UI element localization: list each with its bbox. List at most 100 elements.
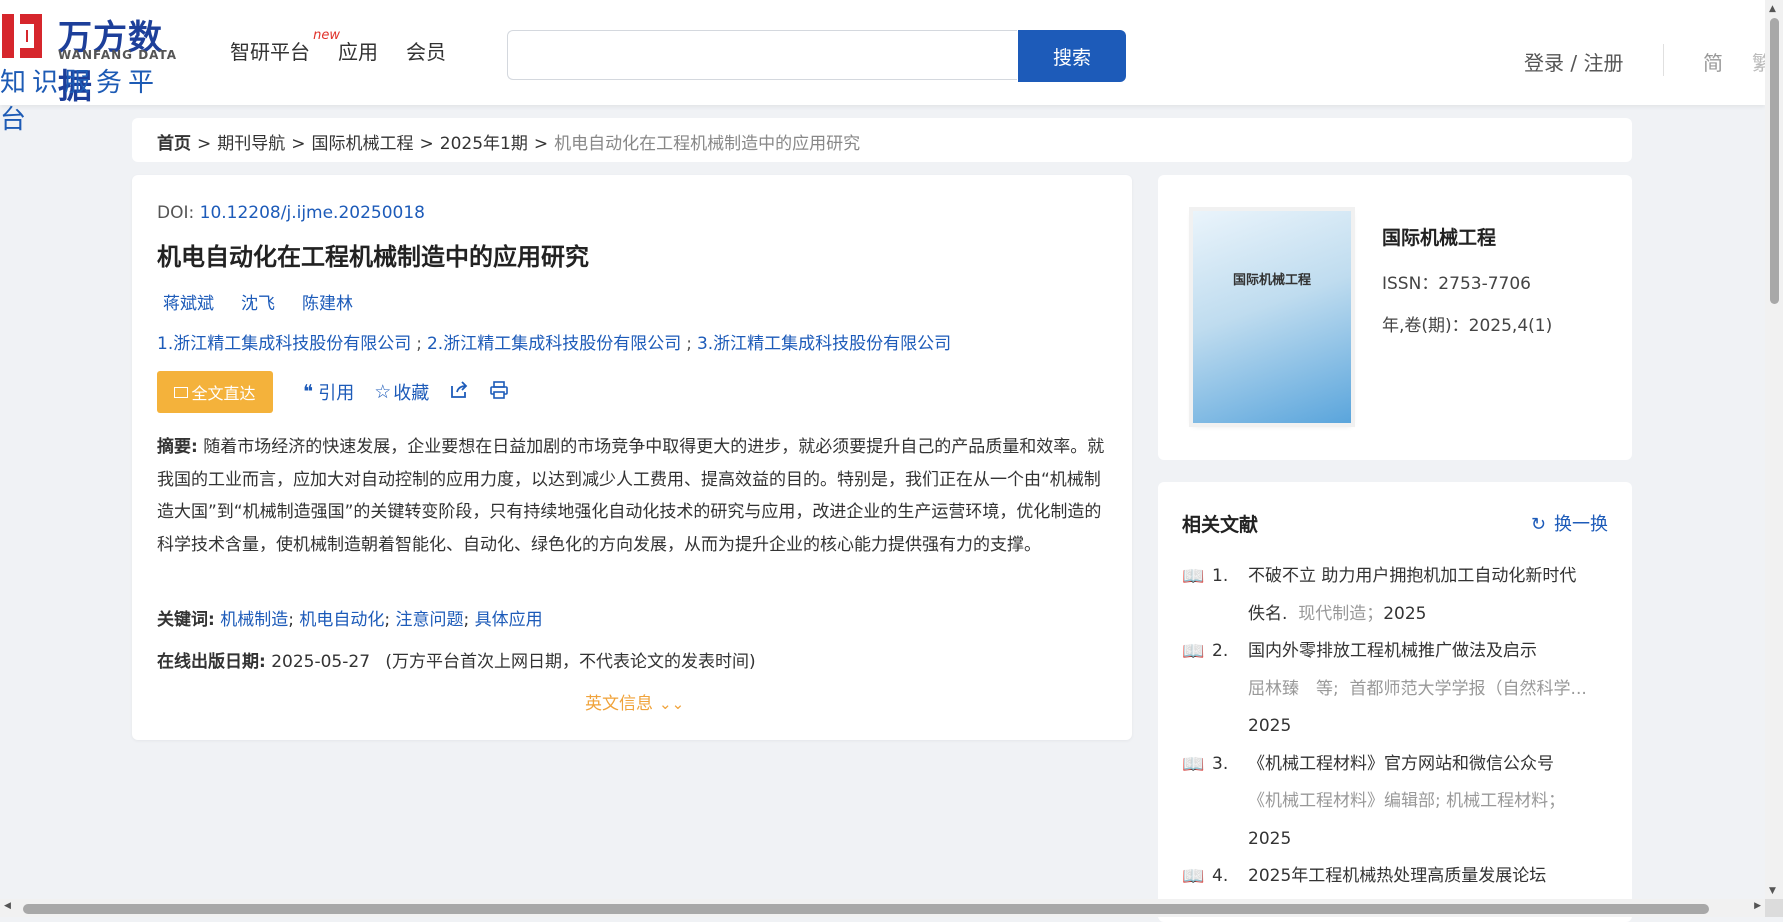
- related-author: 佚名.: [1248, 603, 1288, 624]
- refresh-label: 换一换: [1554, 514, 1608, 535]
- fulltext-button[interactable]: 全文直达: [157, 371, 273, 413]
- horizontal-scroll-thumb[interactable]: [23, 904, 1709, 914]
- breadcrumb: 首页 > 期刊导航 > 国际机械工程 >2025年1期 > 机电自动化在工程机械制造中的应用研…: [132, 118, 1632, 162]
- journal-card: 国际机械工程 国际机械工程 ISSN：2753-7706 年,卷(期)：2025…: [1158, 175, 1632, 460]
- author-link[interactable]: 陈建林: [302, 289, 353, 314]
- english-info-label: 英文信息: [585, 694, 653, 714]
- english-info-toggle[interactable]: 英文信息 ⌄⌄: [585, 689, 684, 714]
- related-year: 2025: [1248, 716, 1292, 736]
- related-author: 屈林臻 等;: [1248, 678, 1339, 699]
- cite-button[interactable]: ❝ 引用: [303, 379, 354, 405]
- article-title: 机电自动化在工程机械制造中的应用研究: [157, 243, 589, 271]
- publish-date: 在线出版日期: 2025-05-27 (万方平台首次上网日期，不代表论文的发表时…: [157, 647, 756, 672]
- scroll-up-icon[interactable]: ▲: [1769, 4, 1776, 14]
- scroll-down-icon[interactable]: ▼: [1769, 886, 1776, 896]
- author-link[interactable]: 沈飞: [241, 289, 275, 314]
- keyword-link[interactable]: 机械制造: [220, 610, 288, 630]
- article-actions: 全文直达 ❝ 引用 ☆ 收藏: [157, 371, 509, 413]
- cite-label: 引用: [318, 383, 355, 404]
- favorite-label: 收藏: [393, 383, 430, 404]
- related-source: 机械工程材料；: [1446, 791, 1566, 811]
- doi-link[interactable]: 10.12208/j.ijme.20250018: [200, 203, 425, 223]
- related-year: 2025: [1248, 828, 1292, 849]
- org-link[interactable]: 1.浙江精工集成科技股份有限公司: [157, 334, 411, 354]
- scroll-right-icon[interactable]: ▶: [1754, 901, 1761, 911]
- related-item-title[interactable]: 国内外零排放工程机械推广做法及启示: [1248, 633, 1608, 671]
- pubdate-label: 在线出版日期:: [157, 652, 266, 672]
- related-num: 3.: [1212, 753, 1229, 774]
- article-card: DOI: 10.12208/j.ijme.20250018 机电自动化在工程机械…: [132, 175, 1132, 740]
- related-item-title[interactable]: 2025年工程机械热处理高质量发展论坛: [1248, 858, 1608, 896]
- lang-traditional[interactable]: 繁: [1752, 47, 1765, 76]
- print-icon: [489, 380, 509, 405]
- login-register-link[interactable]: 登录 / 注册: [1524, 47, 1623, 76]
- share-button[interactable]: [449, 380, 469, 405]
- org-list: 1.浙江精工集成科技股份有限公司; 2.浙江精工集成科技股份有限公司; 3.浙江精工…: [157, 329, 951, 354]
- book-icon: 📖: [1182, 866, 1205, 887]
- related-literature: 相关文献 ↻ 换一换 📖 1. 不破不立 助力用户拥抱机加工自动化新时代 佚名. …: [1158, 482, 1632, 922]
- share-icon: [449, 380, 469, 405]
- chevron-down-icon: ⌄⌄: [659, 695, 685, 713]
- keyword-link[interactable]: 机电自动化: [299, 610, 384, 630]
- breadcrumb-sep: >: [533, 134, 549, 154]
- nav-label: 应用: [338, 40, 378, 64]
- search-input[interactable]: [507, 30, 1017, 80]
- breadcrumb-issue[interactable]: 2025年1期: [440, 134, 528, 154]
- vertical-scrollbar[interactable]: ▲ ▼: [1765, 0, 1783, 899]
- breadcrumb-journal[interactable]: 国际机械工程: [312, 134, 414, 154]
- related-num: 2.: [1212, 641, 1229, 661]
- favorite-button[interactable]: ☆ 收藏: [374, 379, 429, 405]
- vertical-scroll-thumb[interactable]: [1770, 18, 1779, 304]
- related-item-meta: 《机械工程材料》编辑部; 机械工程材料；: [1248, 783, 1608, 821]
- abstract-text: 随着市场经济的快速发展，企业要想在日益加剧的市场竞争中取得更大的进步，就必须要提…: [157, 437, 1105, 555]
- horizontal-scrollbar[interactable]: ◀ ▶: [0, 899, 1765, 917]
- nav-item-apps[interactable]: 应用: [338, 36, 378, 65]
- related-item-title[interactable]: 不破不立 助力用户拥抱机加工自动化新时代: [1248, 558, 1608, 596]
- author-link[interactable]: 蒋斌斌: [163, 289, 214, 314]
- org-link[interactable]: 3.浙江精工集成科技股份有限公司: [697, 334, 951, 354]
- search-button[interactable]: 搜索: [1018, 30, 1126, 82]
- keyword-link[interactable]: 注意问题: [396, 610, 464, 630]
- fulltext-label: 全文直达: [191, 384, 256, 403]
- related-title: 相关文献: [1182, 514, 1259, 536]
- breadcrumb-home[interactable]: 首页: [157, 134, 191, 154]
- related-list: 📖 1. 不破不立 助力用户拥抱机加工自动化新时代 佚名. 现代制造；2025 …: [1182, 558, 1608, 896]
- refresh-button[interactable]: ↻ 换一换: [1531, 510, 1608, 536]
- related-num: 4.: [1212, 866, 1229, 886]
- quote-icon: ❝: [303, 381, 314, 403]
- print-button[interactable]: [489, 380, 509, 405]
- related-item: 📖 3. 《机械工程材料》官方网站和微信公众号 《机械工程材料》编辑部; 机械工…: [1182, 746, 1608, 859]
- doi-line: DOI: 10.12208/j.ijme.20250018: [157, 203, 425, 223]
- related-year: 2025: [1383, 603, 1427, 624]
- book-icon: 📖: [1182, 753, 1205, 775]
- breadcrumb-sep: >: [197, 134, 212, 154]
- book-icon: 📖: [1182, 641, 1205, 662]
- related-item-meta: 屈林臻 等; 首都师范大学学报（自然科学...: [1248, 671, 1608, 709]
- journal-name[interactable]: 国际机械工程: [1382, 223, 1496, 250]
- keyword-link[interactable]: 具体应用: [475, 610, 543, 630]
- breadcrumb-current: 机电自动化在工程机械制造中的应用研究: [554, 134, 861, 154]
- related-item-title[interactable]: 《机械工程材料》官方网站和微信公众号: [1248, 746, 1608, 784]
- scroll-left-icon[interactable]: ◀: [4, 901, 11, 911]
- document-icon: [174, 386, 189, 398]
- scrollbar-corner: [1765, 899, 1783, 917]
- abstract-label: 摘要:: [157, 437, 198, 457]
- nav-item-zhiyan[interactable]: 智研平台 new: [230, 28, 340, 65]
- top-header: 万方数据 WANFANG DATA 知识服务平台 智研平台 new 应用 会员 …: [0, 0, 1765, 135]
- lang-simplified[interactable]: 简: [1703, 47, 1723, 76]
- related-item: 📖 4. 2025年工程机械热处理高质量发展论坛: [1182, 858, 1608, 896]
- journal-cover[interactable]: 国际机械工程: [1193, 211, 1351, 423]
- pubdate-note: (万方平台首次上网日期，不代表论文的发表时间): [385, 652, 756, 672]
- org-link[interactable]: 2.浙江精工集成科技股份有限公司: [427, 334, 681, 354]
- related-source: 现代制造；: [1298, 603, 1384, 624]
- nav-item-membership[interactable]: 会员: [406, 36, 446, 65]
- breadcrumb-journal-nav[interactable]: 期刊导航: [217, 134, 285, 154]
- refresh-icon: ↻: [1530, 514, 1546, 535]
- star-icon: ☆: [374, 381, 392, 403]
- breadcrumb-sep: >: [419, 134, 434, 154]
- nav-label: 会员: [406, 40, 446, 64]
- nav-label: 智研平台: [230, 40, 310, 64]
- wanfang-logo[interactable]: 万方数据 WANFANG DATA 知识服务平台: [0, 8, 190, 135]
- related-item: 📖 1. 不破不立 助力用户拥抱机加工自动化新时代 佚名. 现代制造；2025: [1182, 558, 1608, 633]
- related-num: 1.: [1212, 566, 1229, 586]
